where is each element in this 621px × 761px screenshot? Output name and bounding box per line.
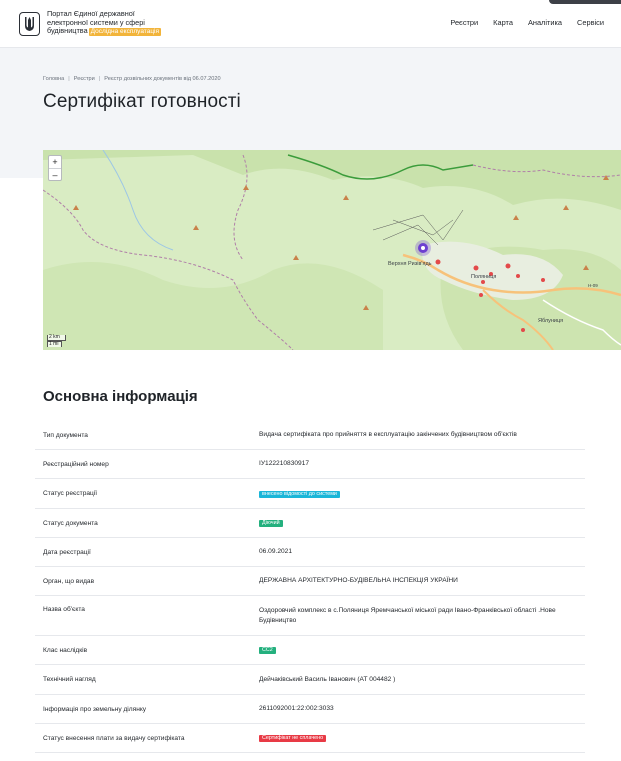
info-row: Статус реєстрації внесено відомості до с… [35, 479, 585, 509]
info-table: Тип документа Видача сертифіката про при… [35, 421, 585, 753]
brand-line-3: будівництва [47, 26, 88, 36]
map-place-label: Поляниця [471, 274, 497, 280]
info-value: СС2 [259, 645, 579, 655]
breadcrumb-current[interactable]: Реєстр дозвільних документів від 06.07.2… [104, 76, 220, 82]
nav-item-services[interactable]: Сервіси [577, 18, 604, 27]
info-row: Статус внесення плати за видачу сертифік… [35, 724, 585, 753]
map-place-label: Яблуниця [538, 318, 564, 324]
info-label: Технічний нагляд [43, 676, 96, 683]
info-label: Статус реєстрації [43, 490, 98, 497]
info-row: Клас наслідків СС2 [35, 636, 585, 665]
info-value: Оздоровчий комплекс в с.Поляниця Яремчан… [259, 607, 556, 624]
info-value: Видача сертифіката про прийняття в експл… [259, 431, 517, 438]
scale-mi: 1 mi [47, 341, 62, 347]
info-row: Статус документа Діючий [35, 509, 585, 538]
main-nav: Реєстри Карта Аналітика Сервіси [450, 18, 604, 27]
map-zoom-control: + – [48, 155, 62, 181]
info-label: Тип документа [43, 431, 88, 439]
window-edge [549, 0, 621, 4]
beta-badge: Дослідна експлуатація [88, 28, 162, 37]
info-value: Сертифікат не сплачено [259, 733, 579, 743]
map-canvas [43, 150, 621, 350]
info-value: ІУ122210830917 [259, 460, 310, 467]
info-value: ДЕРЖАВНА АРХІТЕКТУРНО-БУДІВЕЛЬНА ІНСПЕКЦ… [259, 577, 458, 584]
info-row: Технічний нагляд Дейчаківський Василь Ів… [35, 665, 585, 695]
zoom-in-button[interactable]: + [49, 156, 61, 168]
info-value: 2611092001:22:002:3033 [259, 705, 334, 712]
map-road-label: Н-09 [588, 283, 598, 288]
map-scale: 2 km 1 mi [47, 335, 66, 347]
trident-logo-icon[interactable] [19, 12, 40, 36]
info-row: Орган, що видав ДЕРЖАВНА АРХІТЕКТУРНО-БУ… [35, 567, 585, 596]
breadcrumb-separator: | [68, 76, 70, 82]
status-badge: внесено відомості до системи [259, 490, 340, 498]
breadcrumb: Головна | Реєстри | Реєстр дозвільних до… [43, 76, 221, 82]
consequence-class-badge: СС2 [259, 647, 276, 654]
info-row: Інформація про земельну ділянку 26110920… [35, 695, 585, 724]
info-label: Статус документа [43, 519, 98, 527]
info-row: Тип документа Видача сертифіката про при… [35, 421, 585, 450]
info-row: Реєстраційний номер ІУ122210830917 [35, 450, 585, 479]
info-row: Назва об'єкта Оздоровчий комплекс в с.По… [35, 596, 585, 636]
map-place-label: Верхня Ризів'ядь [388, 261, 432, 267]
nav-item-analytics[interactable]: Аналітика [528, 18, 562, 27]
nav-item-map[interactable]: Карта [493, 18, 513, 27]
zoom-out-button[interactable]: – [49, 168, 61, 180]
info-value: 06.09.2021 [259, 548, 293, 555]
breadcrumb-home[interactable]: Головна [43, 76, 64, 82]
portal-brand[interactable]: Портал Єдиної державної електронної сист… [47, 9, 187, 37]
info-label: Дата реєстрації [43, 548, 91, 556]
site-header: Портал Єдиної державної електронної сист… [0, 0, 621, 48]
nav-item-registries[interactable]: Реєстри [450, 18, 478, 27]
location-map[interactable]: Верхня Ризів'ядь Поляниця Яблуниця Н-09 … [43, 150, 621, 350]
info-label: Назва об'єкта [43, 606, 85, 613]
status-badge: Діючий [259, 520, 283, 527]
breadcrumb-separator: | [98, 76, 101, 82]
info-label: Реєстраційний номер [43, 460, 109, 468]
breadcrumb-registries[interactable]: Реєстри [74, 76, 95, 82]
info-row: Дата реєстрації 06.09.2021 [35, 538, 585, 567]
payment-status-badge: Сертифікат не сплачено [259, 735, 327, 742]
info-value: Діючий [259, 518, 579, 528]
info-label: Інформація про земельну ділянку [43, 705, 147, 713]
page-title: Сертифікат готовності [43, 91, 241, 112]
info-label: Орган, що видав [43, 577, 95, 585]
info-value: внесено відомості до системи [259, 489, 579, 499]
info-value: Дейчаківський Василь Іванович (АТ 004482… [259, 675, 396, 683]
section-title: Основна інформація [43, 388, 198, 405]
info-label: Статус внесення плати за видачу сертифік… [43, 734, 185, 742]
info-label: Клас наслідків [43, 646, 88, 654]
